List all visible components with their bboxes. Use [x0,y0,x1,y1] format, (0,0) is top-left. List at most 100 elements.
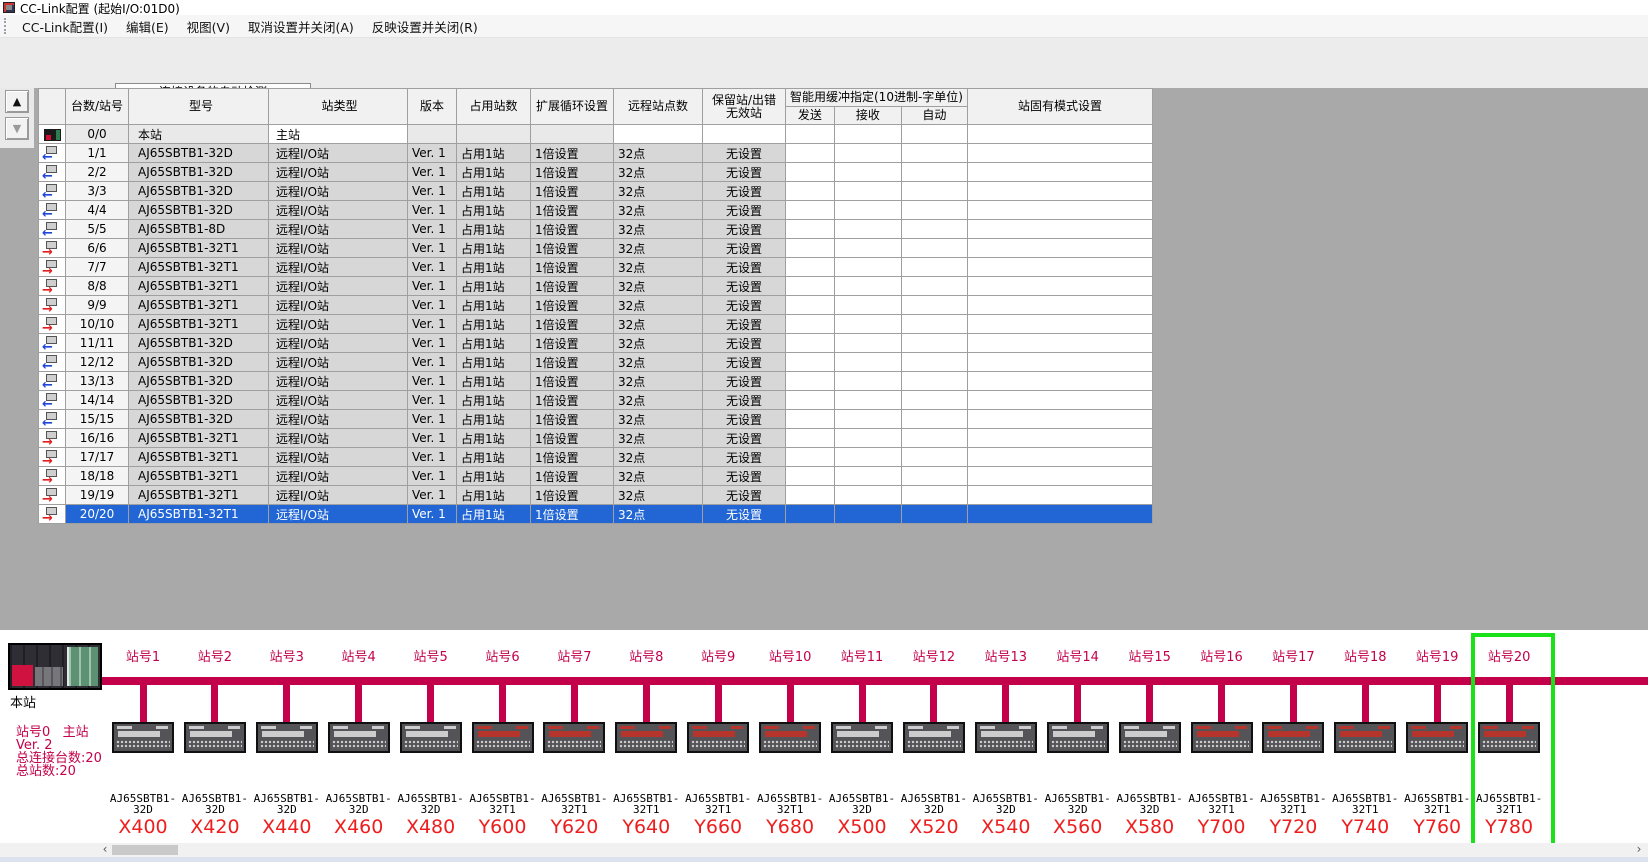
menu-apply-close[interactable]: 反映设置并关闭(R) [363,15,487,38]
cell-station-type[interactable]: 远程I/O站 [269,182,408,201]
cell-cyclic[interactable]: 1倍设置 [531,486,614,505]
cell-receive[interactable] [834,410,901,429]
table-row[interactable]: ← 4/4 AJ65SBTB1-32D 远程I/O站 Ver. 1 占用1站 1… [39,201,1153,220]
cell-points[interactable]: 32点 [614,315,703,334]
table-row[interactable]: ← 12/12 AJ65SBTB1-32D 远程I/O站 Ver. 1 占用1站… [39,353,1153,372]
cell-station-type[interactable]: 远程I/O站 [269,505,408,524]
cell-version[interactable]: Ver. 1 [408,467,457,486]
cell-reserve[interactable]: 无设置 [703,182,786,201]
cell-station-type[interactable]: 远程I/O站 [269,410,408,429]
table-row[interactable]: ← 3/3 AJ65SBTB1-32D 远程I/O站 Ver. 1 占用1站 1… [39,182,1153,201]
cell-auto[interactable] [901,505,967,524]
cell-version[interactable]: Ver. 1 [408,410,457,429]
remote-device-image[interactable] [975,722,1037,753]
cell-station-type[interactable]: 远程I/O站 [269,334,408,353]
cell-auto[interactable] [901,334,967,353]
remote-device-image[interactable] [759,722,821,753]
cell-points[interactable]: 32点 [614,258,703,277]
cell-model[interactable]: AJ65SBTB1-32T1 [129,429,269,448]
cell-occupied[interactable]: 占用1站 [457,334,531,353]
cell-cyclic[interactable]: 1倍设置 [531,258,614,277]
diagram-station[interactable]: 站号1 AJ65SBTB1-32D X400 [107,633,179,842]
cell-station-type[interactable]: 远程I/O站 [269,239,408,258]
cell-model[interactable]: AJ65SBTB1-32T1 [129,448,269,467]
cell-receive[interactable] [834,391,901,410]
cell-auto[interactable] [901,239,967,258]
horizontal-scrollbar[interactable] [0,843,1648,857]
table-row[interactable]: ← 2/2 AJ65SBTB1-32D 远程I/O站 Ver. 1 占用1站 1… [39,163,1153,182]
cell-count-station[interactable]: 8/8 [66,277,129,296]
remote-device-image[interactable] [1262,722,1324,753]
cell-receive[interactable] [834,144,901,163]
cell-station-type[interactable]: 远程I/O站 [269,429,408,448]
cell-version[interactable]: Ver. 1 [408,182,457,201]
cell-model[interactable]: AJ65SBTB1-32T1 [129,258,269,277]
cell-receive[interactable] [834,182,901,201]
cell-count-station[interactable]: 6/6 [66,239,129,258]
cell-mode[interactable] [967,448,1152,467]
cell-station-type[interactable]: 远程I/O站 [269,220,408,239]
cell-cyclic[interactable]: 1倍设置 [531,353,614,372]
cell-points[interactable]: 32点 [614,486,703,505]
cell-points[interactable] [614,125,703,144]
menu-view[interactable]: 视图(V) [178,15,239,38]
cell-mode[interactable] [967,296,1152,315]
diagram-station[interactable]: 站号2 AJ65SBTB1-32D X420 [179,633,251,842]
cell-station-type[interactable]: 远程I/O站 [269,277,408,296]
cell-reserve[interactable]: 无设置 [703,448,786,467]
cell-send[interactable] [786,505,835,524]
cell-receive[interactable] [834,486,901,505]
cell-cyclic[interactable]: 1倍设置 [531,334,614,353]
cell-count-station[interactable]: 1/1 [66,144,129,163]
cell-points[interactable]: 32点 [614,182,703,201]
cell-receive[interactable] [834,505,901,524]
cell-receive[interactable] [834,125,901,144]
cell-send[interactable] [786,372,835,391]
cell-occupied[interactable]: 占用1站 [457,220,531,239]
cell-occupied[interactable]: 占用1站 [457,391,531,410]
cell-station-type[interactable]: 远程I/O站 [269,258,408,277]
cell-cyclic[interactable]: 1倍设置 [531,372,614,391]
cell-reserve[interactable]: 无设置 [703,239,786,258]
cell-reserve[interactable]: 无设置 [703,144,786,163]
cell-model[interactable]: AJ65SBTB1-32D [129,353,269,372]
cell-receive[interactable] [834,258,901,277]
cell-reserve[interactable] [703,125,786,144]
cell-cyclic[interactable]: 1倍设置 [531,410,614,429]
cell-reserve[interactable]: 无设置 [703,467,786,486]
remote-device-image[interactable] [1119,722,1181,753]
cell-station-type[interactable]: 远程I/O站 [269,144,408,163]
cell-model[interactable]: AJ65SBTB1-32T1 [129,505,269,524]
cell-occupied[interactable]: 占用1站 [457,163,531,182]
cell-count-station[interactable]: 16/16 [66,429,129,448]
table-row[interactable]: ← 14/14 AJ65SBTB1-32D 远程I/O站 Ver. 1 占用1站… [39,391,1153,410]
cell-receive[interactable] [834,163,901,182]
cell-auto[interactable] [901,353,967,372]
cell-count-station[interactable]: 2/2 [66,163,129,182]
cell-points[interactable]: 32点 [614,239,703,258]
cell-points[interactable]: 32点 [614,220,703,239]
table-row[interactable]: 0/0 本站 主站 [39,125,1153,144]
cell-mode[interactable] [967,239,1152,258]
cell-count-station[interactable]: 7/7 [66,258,129,277]
cell-station-type[interactable]: 远程I/O站 [269,486,408,505]
cell-reserve[interactable]: 无设置 [703,353,786,372]
cell-points[interactable]: 32点 [614,391,703,410]
cell-occupied[interactable]: 占用1站 [457,448,531,467]
cell-count-station[interactable]: 3/3 [66,182,129,201]
cell-model[interactable]: AJ65SBTB1-32D [129,334,269,353]
cell-version[interactable]: Ver. 1 [408,505,457,524]
cell-count-station[interactable]: 19/19 [66,486,129,505]
cell-auto[interactable] [901,163,967,182]
remote-device-image[interactable] [831,722,893,753]
row-down-button[interactable]: ▼ [5,117,29,140]
cell-cyclic[interactable]: 1倍设置 [531,277,614,296]
cell-occupied[interactable]: 占用1站 [457,505,531,524]
cell-mode[interactable] [967,353,1152,372]
cell-auto[interactable] [901,486,967,505]
cell-version[interactable]: Ver. 1 [408,163,457,182]
cell-send[interactable] [786,125,835,144]
cell-send[interactable] [786,239,835,258]
cell-send[interactable] [786,163,835,182]
cell-count-station[interactable]: 0/0 [66,125,129,144]
